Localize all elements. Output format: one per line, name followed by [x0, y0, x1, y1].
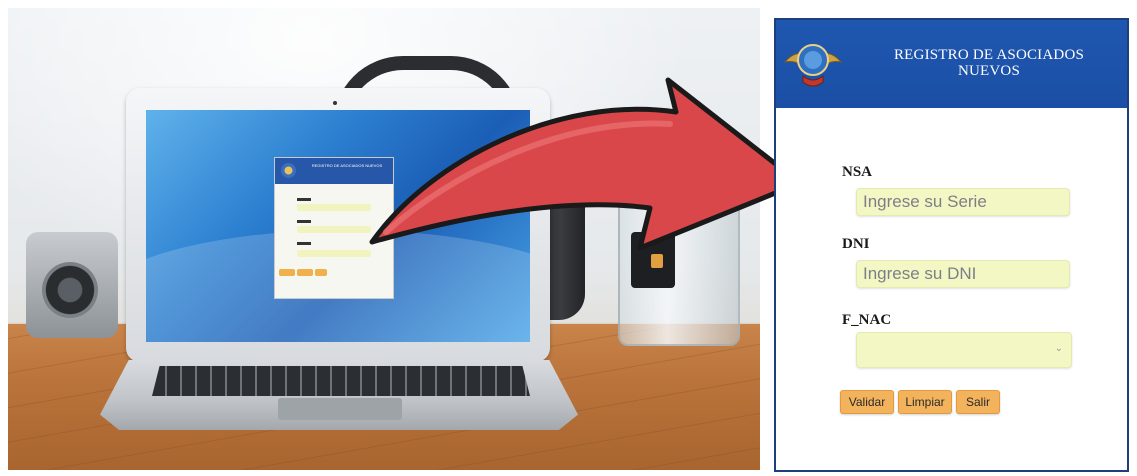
f-nac-select[interactable]: ⌄: [856, 332, 1072, 368]
association-emblem-icon: [783, 44, 843, 87]
registration-panel: REGISTRO DE ASOCIADOS NUEVOS NSA DNI F_N…: [774, 18, 1129, 472]
nsa-input[interactable]: [856, 188, 1070, 216]
f-nac-label: F_NAC: [842, 312, 892, 328]
dni-input[interactable]: [856, 260, 1070, 288]
limpiar-button[interactable]: Limpiar: [898, 390, 952, 414]
panel-header: REGISTRO DE ASOCIADOS NUEVOS: [776, 20, 1127, 108]
chevron-down-icon: ⌄: [1054, 343, 1063, 354]
panel-title: REGISTRO DE ASOCIADOS NUEVOS: [893, 47, 1085, 79]
validar-button[interactable]: Validar: [840, 390, 894, 414]
dni-label: DNI: [842, 236, 870, 252]
nsa-label: NSA: [842, 164, 873, 180]
salir-button[interactable]: Salir: [956, 390, 1000, 414]
